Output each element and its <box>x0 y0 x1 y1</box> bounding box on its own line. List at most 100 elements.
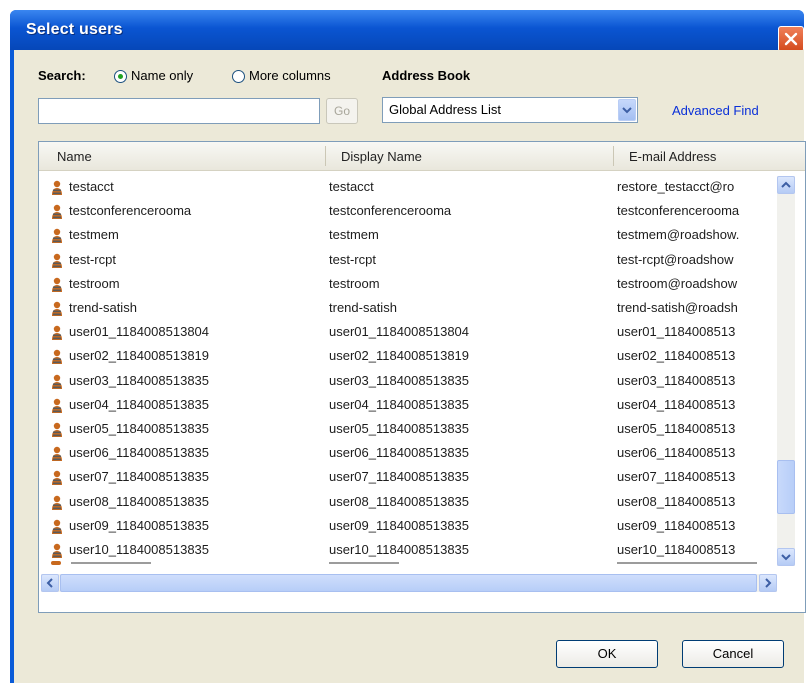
table-row[interactable]: user07_1184008513835 user07_1184008513835… <box>39 466 769 489</box>
address-book-label: Address Book <box>382 68 471 83</box>
users-list[interactable]: Name Display Name E-mail Address testacc… <box>38 141 806 613</box>
user-display-name: trend-satish <box>329 300 397 315</box>
user-email: testconferenceroomа <box>617 203 740 219</box>
chevron-down-icon <box>781 554 791 561</box>
column-header-name[interactable]: Name <box>57 149 92 164</box>
table-row[interactable]: testroom testroom testroom@roadshow <box>39 273 769 296</box>
ok-button[interactable]: OK <box>556 640 658 668</box>
user-name: user07_1184008513835 <box>69 469 210 485</box>
user-icon <box>52 519 62 534</box>
user-name: testconferencerooma <box>69 203 192 219</box>
user-display-name: testacct <box>329 179 374 194</box>
table-row[interactable]: testmem testmem testmem@roadshow. <box>39 224 769 247</box>
user-name: testroom <box>69 275 120 291</box>
horizontal-scroll-thumb[interactable] <box>60 574 757 592</box>
user-name: user04_1184008513835 <box>69 396 210 412</box>
user-display-name: user06_1184008513835 <box>329 445 470 461</box>
name-only-label[interactable]: Name only <box>131 68 193 83</box>
dropdown-arrow[interactable] <box>618 99 636 121</box>
search-label: Search: <box>38 68 86 83</box>
user-display-name: testconferencerooma <box>329 203 452 219</box>
user-email: testroom@roadshow <box>617 275 738 291</box>
scroll-up-button[interactable] <box>777 176 795 194</box>
table-row[interactable]: testacct testacct restore_testacct@ro <box>39 176 769 199</box>
user-display-name: testmem <box>329 227 379 243</box>
user-name: user01_1184008513804 <box>69 324 210 340</box>
address-book-value: Global Address List <box>389 102 502 117</box>
user-icon <box>52 277 62 292</box>
user-icon <box>52 398 62 413</box>
user-email: user07_1184008513 <box>617 469 736 485</box>
scroll-left-button[interactable] <box>41 574 59 592</box>
user-icon <box>52 301 62 316</box>
address-book-select[interactable]: Global Address List <box>382 97 638 123</box>
advanced-find-link[interactable]: Advanced Find <box>672 103 759 118</box>
column-divider[interactable] <box>325 146 326 166</box>
more-columns-radio[interactable] <box>232 70 245 83</box>
user-icon <box>52 325 62 341</box>
user-icon <box>51 561 61 565</box>
close-button[interactable] <box>778 26 804 52</box>
user-name: testacct <box>69 179 114 194</box>
user-email: user06_1184008513 <box>617 445 736 461</box>
user-name: user06_1184008513835 <box>69 445 210 461</box>
table-row[interactable]: user01_1184008513804 user01_1184008513804… <box>39 321 769 344</box>
user-icon <box>52 180 62 195</box>
chevron-up-icon <box>781 181 791 188</box>
chevron-down-icon <box>622 107 632 114</box>
user-icon <box>52 422 62 437</box>
chevron-right-icon <box>765 578 772 588</box>
user-email: user05_1184008513 <box>617 421 736 436</box>
user-name: testmem <box>69 227 119 243</box>
table-row[interactable]: user04_1184008513835 user04_1184008513835… <box>39 394 769 417</box>
user-name: user05_1184008513835 <box>69 421 210 436</box>
scroll-right-button[interactable] <box>759 574 777 592</box>
table-row[interactable]: user06_1184008513835 user06_1184008513835… <box>39 442 769 465</box>
go-button[interactable]: Go <box>326 98 358 124</box>
user-name: user03_1184008513835 <box>69 372 210 388</box>
window-title: Select users <box>26 21 123 38</box>
user-email: test-rcpt@roadshow <box>617 251 734 267</box>
user-email: user09_1184008513 <box>617 517 736 533</box>
user-icon <box>52 229 62 244</box>
user-display-name: user05_1184008513835 <box>329 421 470 436</box>
user-email: testmem@roadshow. <box>617 227 740 243</box>
table-row[interactable]: user09_1184008513835 user09_1184008513835… <box>39 515 769 538</box>
scroll-down-button[interactable] <box>777 548 795 566</box>
table-row[interactable]: trend-satish trend-satish trend-satish@roa… <box>39 297 769 320</box>
more-columns-label[interactable]: More columns <box>249 68 331 83</box>
table-row[interactable]: user08_1184008513835 user08_1184008513835… <box>39 491 769 514</box>
user-icon <box>52 471 62 486</box>
partial-row <box>51 559 771 567</box>
scroll-thumb[interactable] <box>777 460 795 514</box>
user-icon <box>52 495 62 510</box>
column-divider[interactable] <box>613 146 614 166</box>
user-email: restore_testacct@ro <box>617 179 735 194</box>
user-name: user08_1184008513835 <box>69 493 210 509</box>
table-row[interactable]: user03_1184008513835 user03_1184008513835… <box>39 370 769 393</box>
user-display-name: user02_1184008513819 <box>329 348 470 364</box>
column-header-email[interactable]: E-mail Address <box>629 149 716 164</box>
user-display-name: test-rcpt <box>329 251 376 267</box>
user-email: user01_1184008513 <box>617 324 736 340</box>
user-email: trend-satish@roadsh <box>617 300 738 315</box>
table-row[interactable]: user05_1184008513835 user05_1184008513835… <box>39 418 769 441</box>
vertical-scrollbar[interactable] <box>777 176 795 566</box>
user-icon <box>52 446 62 462</box>
user-icon <box>52 253 62 268</box>
user-display-name: user03_1184008513835 <box>329 372 470 388</box>
search-input[interactable] <box>38 98 320 124</box>
user-display-name: user10_1184008513835 <box>329 542 470 557</box>
user-name: user02_1184008513819 <box>69 348 210 364</box>
name-only-radio[interactable] <box>114 70 127 83</box>
horizontal-scrollbar[interactable] <box>41 574 777 592</box>
cancel-button[interactable]: Cancel <box>682 640 784 668</box>
title-bar[interactable]: Select users <box>10 10 804 50</box>
user-name: test-rcpt <box>69 251 116 267</box>
user-display-name: user01_1184008513804 <box>329 324 470 340</box>
table-row[interactable]: testconferencerooma testconferencerooma te… <box>39 200 769 223</box>
column-header-display-name[interactable]: Display Name <box>341 149 422 164</box>
table-row[interactable]: test-rcpt test-rcpt test-rcpt@roadshow <box>39 249 769 272</box>
radio-selected-dot <box>118 74 123 79</box>
table-row[interactable]: user02_1184008513819 user02_1184008513819… <box>39 345 769 368</box>
